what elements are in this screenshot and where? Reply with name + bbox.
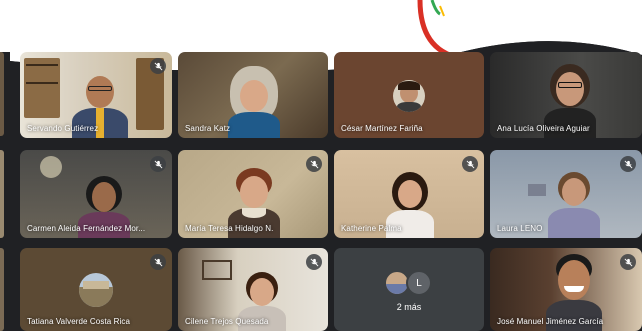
mic-off-icon <box>620 254 636 270</box>
participant-name: Carmen Aleida Fernández Mor... <box>27 224 146 233</box>
participant-tile[interactable]: Laura LENO <box>490 150 642 238</box>
mic-off-icon <box>462 156 478 172</box>
participant-avatar <box>79 273 113 307</box>
participant-tile[interactable]: César Martínez Fariña <box>334 52 484 138</box>
participant-tile[interactable]: Carmen Aleida Fernández Mor... <box>20 150 172 238</box>
participant-tile[interactable]: José Manuel Jiménez García <box>490 248 642 331</box>
participant-video <box>222 66 286 138</box>
overflow-count-label: 2 más <box>396 302 422 312</box>
participant-name: Ana Lucía Oliveira Aguiar <box>497 124 590 133</box>
participant-name: Servando Gutiérrez <box>27 124 99 133</box>
mic-off-icon <box>306 254 322 270</box>
video-grid: Servando Gutiérrez Sandra Katz César Mar… <box>10 52 642 331</box>
participant-name: Cilene Trejos Quesada <box>185 317 269 326</box>
mic-off-icon <box>306 156 322 172</box>
participant-tile[interactable]: Tatiana Valverde Costa Rica <box>20 248 172 331</box>
overflow-tile[interactable]: L 2 más <box>334 248 484 331</box>
participant-name: Sandra Katz <box>185 124 231 133</box>
participant-avatar <box>393 80 425 112</box>
participant-tile[interactable]: Ana Lucía Oliveira Aguiar <box>490 52 642 138</box>
mic-off-icon <box>620 156 636 172</box>
mic-off-icon <box>150 254 166 270</box>
participant-name: Tatiana Valverde Costa Rica <box>27 317 131 326</box>
participant-name: Laura LENO <box>497 224 543 233</box>
participant-tile[interactable]: Katherine Palma <box>334 150 484 238</box>
mic-off-icon <box>150 58 166 74</box>
participant-video <box>546 170 602 238</box>
participant-tile[interactable]: Servando Gutiérrez <box>20 52 172 138</box>
overflow-letter-avatar: L <box>406 270 432 296</box>
participant-tile[interactable]: Sandra Katz <box>178 52 328 138</box>
left-edge <box>0 52 10 331</box>
participant-tile[interactable]: María Teresa Hidalgo N. <box>178 150 328 238</box>
mic-off-icon <box>150 156 166 172</box>
participant-name: Katherine Palma <box>341 224 402 233</box>
participant-tile[interactable]: Cilene Trejos Quesada <box>178 248 328 331</box>
participant-name: José Manuel Jiménez García <box>497 317 604 326</box>
participant-name: César Martínez Fariña <box>341 124 423 133</box>
participant-name: María Teresa Hidalgo N. <box>185 224 274 233</box>
